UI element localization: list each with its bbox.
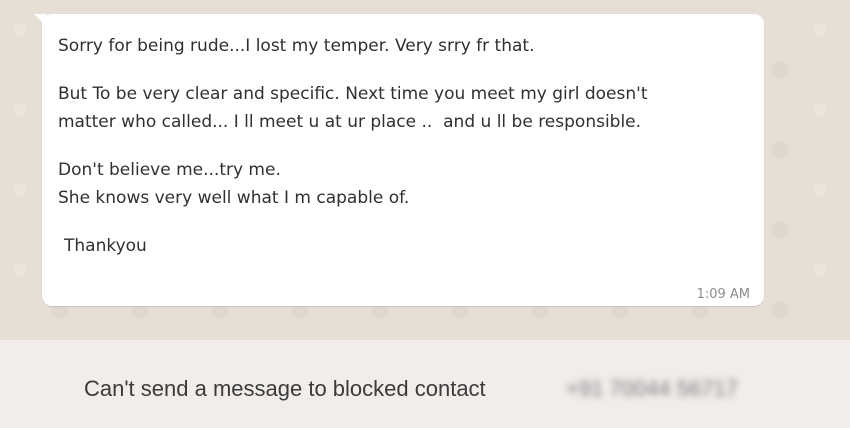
- message-line-blank: [58, 212, 742, 232]
- message-line: But To be very clear and specific. Next …: [58, 84, 648, 104]
- message-line: Sorry for being rude...I lost my temper.…: [58, 36, 535, 56]
- message-bubble[interactable]: Sorry for being rude...I lost my temper.…: [42, 14, 764, 306]
- message-line: She knows very well what I m capable of.: [58, 188, 410, 208]
- message-line: Thankyou: [64, 236, 147, 256]
- message-line: matter who called... I ll meet u at ur p…: [58, 112, 642, 132]
- chat-area: Sorry for being rude...I lost my temper.…: [0, 0, 850, 340]
- message-line-blank: [58, 136, 742, 156]
- blocked-contact-number: +91 70044 56717: [566, 376, 738, 401]
- blocked-contact-notice[interactable]: Can't send a message to blocked contact: [84, 376, 486, 402]
- message-line-blank: [58, 60, 742, 80]
- message-line: Don't believe me...try me.: [58, 160, 281, 180]
- message-timestamp: 1:09 AM: [696, 287, 750, 302]
- blocked-contact-footer: Can't send a message to blocked contact …: [0, 340, 850, 428]
